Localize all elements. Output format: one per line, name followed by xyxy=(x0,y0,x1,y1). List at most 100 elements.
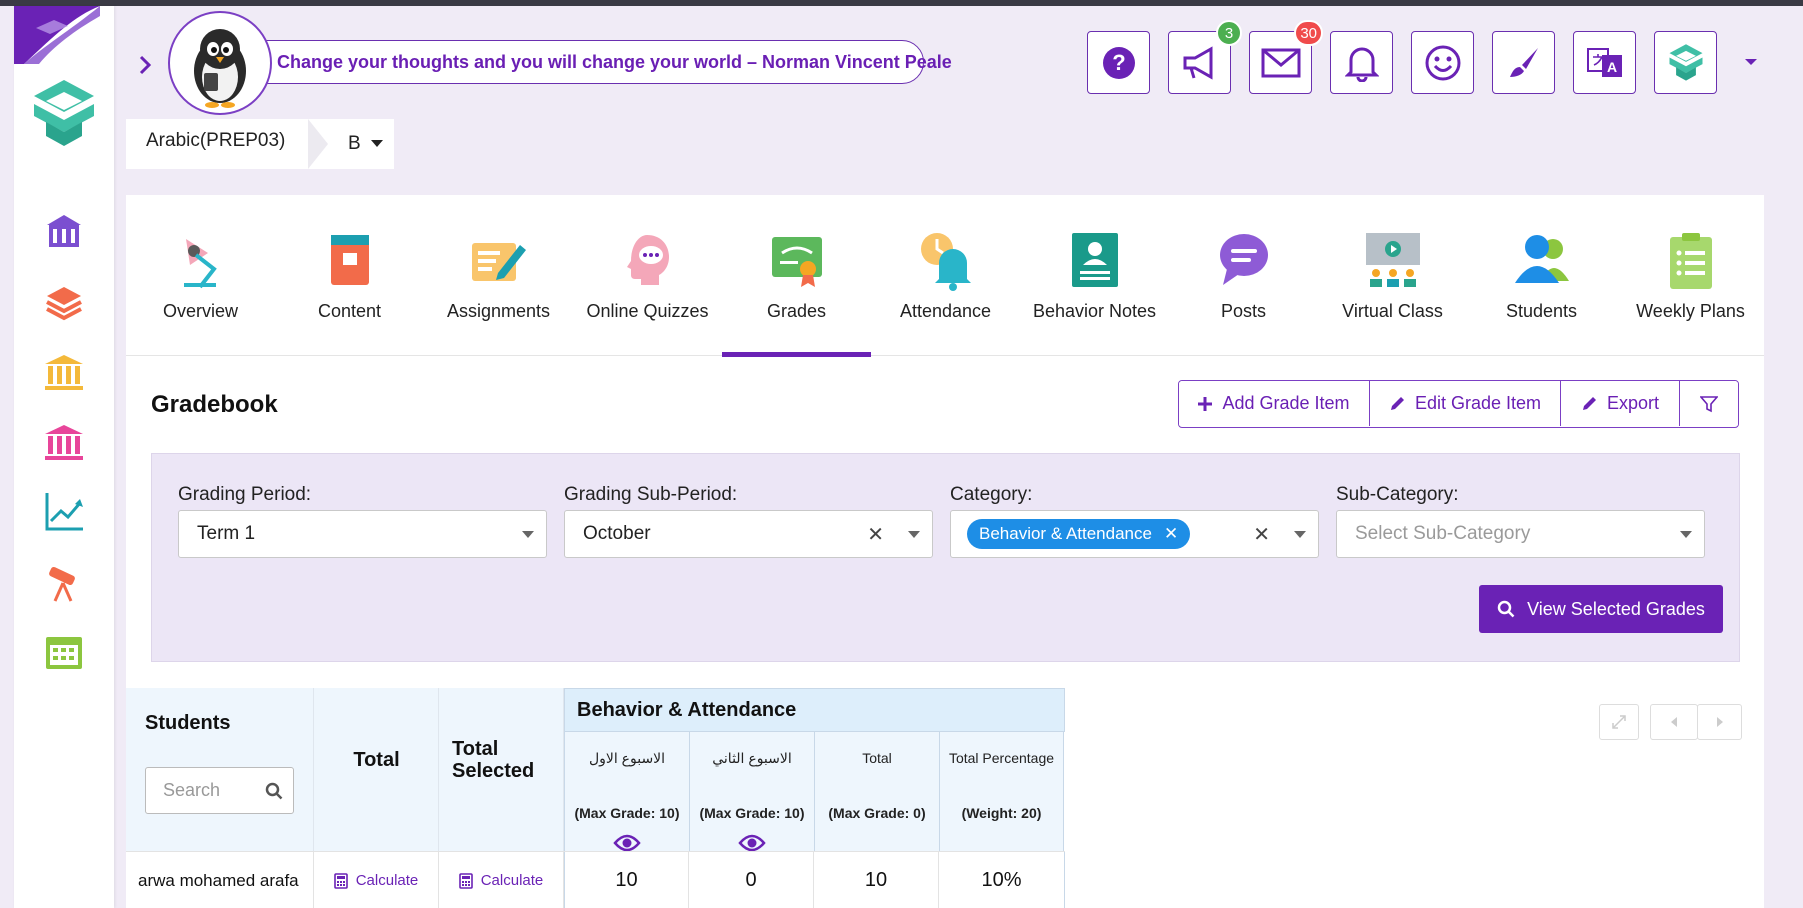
sidebar-school-icon[interactable] xyxy=(38,206,90,258)
calendar-icon xyxy=(46,637,82,669)
filter-button[interactable] xyxy=(1680,381,1738,426)
help-icon: ? xyxy=(1102,46,1135,79)
clear-icon[interactable]: ✕ xyxy=(867,522,884,547)
grade-cell[interactable]: 0 xyxy=(689,852,814,908)
tab-weekly-plans[interactable]: Weekly Plans xyxy=(1616,195,1765,356)
export-button[interactable]: Export xyxy=(1561,381,1680,426)
grade-item-title: Total Percentage xyxy=(948,750,1055,766)
expand-sidebar-chevron-icon[interactable] xyxy=(132,50,158,80)
bell-icon xyxy=(1344,47,1379,82)
corner-fold-decoration xyxy=(14,6,100,64)
account-menu-caret-icon[interactable] xyxy=(1742,52,1760,70)
search-icon xyxy=(1497,600,1515,618)
subcategory-placeholder: Select Sub-Category xyxy=(1355,523,1531,544)
announcements-button[interactable]: 3 xyxy=(1168,20,1242,94)
help-button[interactable]: ? xyxy=(1087,31,1150,94)
tab-label: Grades xyxy=(766,301,827,321)
assignment-icon xyxy=(472,243,526,281)
sidebar-institution-icon[interactable] xyxy=(38,346,90,398)
course-selector: Arabic(PREP03) B xyxy=(126,119,394,169)
calculator-icon xyxy=(458,872,473,889)
category-group-header: Behavior & Attendance xyxy=(564,688,1065,732)
category-chip: Behavior & Attendance ✕ xyxy=(967,519,1191,549)
breadcrumb-arrow xyxy=(308,119,328,169)
chat-bubble-icon xyxy=(1220,234,1268,285)
sidebar-explore-icon[interactable] xyxy=(38,556,90,608)
add-grade-item-button[interactable]: Add Grade Item xyxy=(1179,381,1370,426)
grade-item-title: الاسبوع الاول xyxy=(588,750,666,766)
grade-item-title: Total xyxy=(862,750,892,766)
calculate-label: Calculate xyxy=(355,872,419,889)
grade-cell[interactable]: 10 xyxy=(564,852,689,908)
calculate-total-link[interactable]: Calculate xyxy=(314,852,439,908)
tab-label: Attendance xyxy=(899,301,992,321)
tab-grades[interactable]: Grades xyxy=(722,195,871,357)
sidebar-departments-icon[interactable] xyxy=(38,416,90,468)
notifications-button[interactable] xyxy=(1330,31,1393,94)
quiz-head-icon xyxy=(627,235,669,285)
category-group-label: Behavior & Attendance xyxy=(577,698,797,721)
sidebar-reports-icon[interactable] xyxy=(38,486,90,538)
grading-period-label: Grading Period: xyxy=(178,484,312,505)
search-placeholder: Search xyxy=(163,780,221,800)
add-grade-item-label: Add Grade Item xyxy=(1222,393,1350,413)
view-selected-grades-button[interactable]: View Selected Grades xyxy=(1479,585,1723,633)
total-header: Total xyxy=(353,749,400,771)
tab-label: Students xyxy=(1505,301,1578,321)
tab-attendance[interactable]: Attendance xyxy=(871,195,1020,356)
tab-students[interactable]: Students xyxy=(1467,195,1616,356)
chevron-down-icon xyxy=(1294,531,1306,538)
gradebook-toolbar: Add Grade Item Edit Grade Item Export xyxy=(1178,380,1739,428)
tab-behavior-notes[interactable]: Behavior Notes xyxy=(1020,195,1169,356)
presentation-icon xyxy=(1366,233,1420,287)
grade-filter-panel: Grading Period: Term 1 Grading Sub-Perio… xyxy=(151,453,1740,662)
id-card-icon xyxy=(1072,233,1118,287)
tab-assignments[interactable]: Assignments xyxy=(424,195,573,356)
scroll-right-button[interactable] xyxy=(1697,704,1742,740)
edit-grade-item-button[interactable]: Edit Grade Item xyxy=(1370,381,1561,426)
scroll-left-button[interactable] xyxy=(1650,704,1698,740)
school-logo-icon[interactable] xyxy=(26,74,102,154)
clear-icon[interactable]: ✕ xyxy=(1253,522,1270,547)
subcategory-select[interactable]: Select Sub-Category xyxy=(1336,510,1705,558)
mood-button[interactable] xyxy=(1411,31,1474,94)
calculate-label: Calculate xyxy=(480,872,544,889)
grading-subperiod-select[interactable]: October ✕ xyxy=(564,510,933,558)
expand-table-button[interactable] xyxy=(1599,704,1639,740)
translate-icon: A xyxy=(1586,47,1622,77)
lamp-icon xyxy=(184,239,217,289)
messages-button[interactable]: 30 xyxy=(1249,20,1323,94)
tab-online-quizzes[interactable]: Online Quizzes xyxy=(573,195,722,356)
daily-quote: Change your thoughts and you will change… xyxy=(196,40,952,84)
users-icon xyxy=(1515,235,1569,283)
calculator-icon xyxy=(333,872,348,889)
tab-overview[interactable]: Overview xyxy=(126,195,275,356)
user-avatar[interactable] xyxy=(168,11,272,115)
language-button[interactable]: A xyxy=(1573,31,1636,94)
student-name[interactable]: arwa mohamed arafa xyxy=(126,852,314,908)
tab-label: Overview xyxy=(162,301,238,321)
calculate-total-selected-link[interactable]: Calculate xyxy=(439,852,564,908)
grading-period-select[interactable]: Term 1 xyxy=(178,510,547,558)
clipboard-list-icon xyxy=(1670,233,1712,289)
theme-button[interactable] xyxy=(1492,31,1555,94)
grading-subperiod-label: Grading Sub-Period: xyxy=(564,484,738,505)
chip-remove-icon[interactable]: ✕ xyxy=(1164,524,1178,544)
expand-icon xyxy=(1612,715,1626,729)
page-title: Gradebook xyxy=(151,391,278,418)
left-sidebar xyxy=(14,6,114,908)
chevron-down-icon xyxy=(908,531,920,538)
messages-badge: 30 xyxy=(1294,20,1323,46)
view-selected-grades-label: View Selected Grades xyxy=(1527,598,1705,619)
app-switcher-button[interactable] xyxy=(1654,31,1717,94)
tab-virtual-class[interactable]: Virtual Class xyxy=(1318,195,1467,356)
sidebar-calendar-icon[interactable] xyxy=(38,626,90,678)
tab-label: Assignments xyxy=(446,301,551,321)
grading-subperiod-value: October xyxy=(583,523,651,544)
tab-posts[interactable]: Posts xyxy=(1169,195,1318,356)
category-select[interactable]: Behavior & Attendance ✕ ✕ xyxy=(950,510,1319,558)
sidebar-courses-icon[interactable] xyxy=(38,276,90,328)
window-top-bar xyxy=(0,0,1803,6)
student-search-input[interactable]: Search xyxy=(145,767,294,814)
tab-content[interactable]: Content xyxy=(275,195,424,356)
